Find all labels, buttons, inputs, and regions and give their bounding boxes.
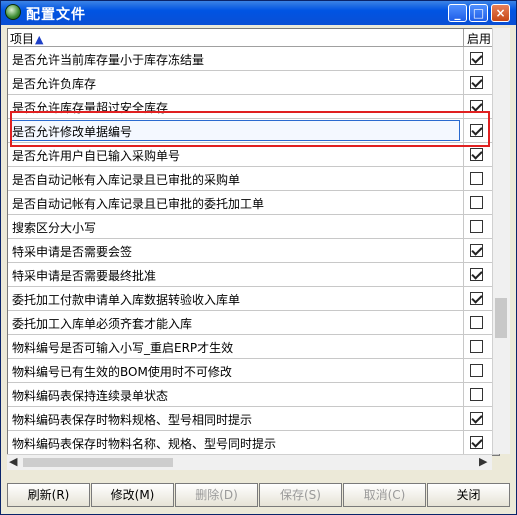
horizontal-scrollbar[interactable]: ◀ ▶ [7, 454, 492, 470]
vertical-scrollbar[interactable] [492, 28, 510, 454]
row-label: 特采申请是否需要会签 [12, 245, 133, 259]
table-row[interactable]: 是否允许修改单据编号 [8, 119, 499, 143]
column-header-enabled[interactable]: 启用 [467, 30, 491, 47]
horizontal-scroll-thumb[interactable] [23, 458, 173, 467]
row-label: 特采申请是否需要最终批准 [12, 269, 157, 283]
column-header-item[interactable]: 项目▲ [10, 30, 43, 47]
enabled-checkbox[interactable] [470, 196, 483, 209]
app-globe-icon [5, 4, 21, 20]
cell-divider [463, 143, 464, 167]
close-window-button[interactable]: × [491, 4, 510, 22]
row-label: 搜索区分大小写 [12, 221, 97, 235]
row-label: 物料编码表保存时物料名称、规格、型号同时提示 [12, 437, 277, 451]
column-header-item-label: 项目 [10, 32, 35, 46]
refresh-button[interactable]: 刷新(R) [7, 483, 90, 507]
enabled-checkbox[interactable] [470, 100, 483, 113]
cell-divider [463, 167, 464, 191]
row-label: 委托加工入库单必须齐套才能入库 [12, 317, 193, 331]
table-row[interactable]: 特采申请是否需要最终批准 [8, 263, 499, 287]
enabled-checkbox[interactable] [470, 244, 483, 257]
button-bar: 刷新(R) 修改(M) 删除(D) 保存(S) 取消(C) 关闭 [1, 478, 516, 514]
cell-divider [463, 311, 464, 335]
row-label: 物料编码表保持连续录单状态 [12, 389, 169, 403]
scroll-left-icon[interactable]: ◀ [9, 455, 17, 468]
window-title: 配置文件 [26, 7, 86, 23]
scroll-right-icon[interactable]: ▶ [479, 455, 487, 468]
enabled-checkbox[interactable] [470, 52, 483, 65]
enabled-checkbox[interactable] [470, 220, 483, 233]
table-row[interactable]: 是否允许当前库存量小于库存冻结量 [8, 47, 499, 71]
sort-ascending-icon: ▲ [35, 33, 44, 46]
table-row[interactable]: 物料编码表保持连续录单状态 [8, 383, 499, 407]
table-row[interactable]: 委托加工入库单必须齐套才能入库 [8, 311, 499, 335]
close-button[interactable]: 关闭 [427, 483, 510, 507]
enabled-checkbox[interactable] [470, 436, 483, 449]
config-window: 配置文件 _ □ × 项目▲ 启用 是否允许当前库存量小于库存冻结量 是否允许负库… [0, 0, 517, 515]
cell-divider [463, 95, 464, 119]
enabled-checkbox[interactable] [470, 172, 483, 185]
enabled-checkbox[interactable] [470, 388, 483, 401]
minimize-button[interactable]: _ [448, 4, 467, 22]
config-grid: 项目▲ 启用 是否允许当前库存量小于库存冻结量 是否允许负库存是否允许库存量超过安… [7, 28, 500, 456]
cell-divider [463, 407, 464, 431]
cell-divider [463, 191, 464, 215]
row-label: 物料编码表保存时物料规格、型号相同时提示 [12, 413, 253, 427]
table-row[interactable]: 委托加工付款申请单入库数据转验收入库单 [8, 287, 499, 311]
cancel-button[interactable]: 取消(C) [343, 483, 426, 507]
table-row[interactable]: 物料编码表保存时物料名称、规格、型号同时提示 [8, 431, 499, 455]
table-row[interactable]: 是否自动记帐有入库记录且已审批的采购单 [8, 167, 499, 191]
modify-button[interactable]: 修改(M) [91, 483, 174, 507]
row-label: 是否自动记帐有入库记录且已审批的委托加工单 [12, 197, 265, 211]
cell-divider [463, 215, 464, 239]
delete-button[interactable]: 删除(D) [175, 483, 258, 507]
row-label: 是否允许库存量超过安全库存 [12, 101, 169, 115]
maximize-button[interactable]: □ [469, 4, 488, 22]
enabled-checkbox[interactable] [470, 268, 483, 281]
cell-divider [463, 431, 464, 455]
table-row[interactable]: 物料编号是否可输入小写_重启ERP才生效 [8, 335, 499, 359]
vertical-scroll-thumb[interactable] [495, 298, 507, 338]
enabled-checkbox[interactable] [470, 364, 483, 377]
cell-divider [463, 383, 464, 407]
table-row[interactable]: 特采申请是否需要会签 [8, 239, 499, 263]
enabled-checkbox[interactable] [470, 124, 483, 137]
row-label: 是否允许负库存 [12, 77, 97, 91]
row-label: 是否允许当前库存量小于库存冻结量 [12, 53, 205, 67]
cell-divider [463, 359, 464, 383]
table-row[interactable]: 是否自动记帐有入库记录且已审批的委托加工单 [8, 191, 499, 215]
row-label: 是否自动记帐有入库记录且已审批的采购单 [12, 173, 241, 187]
row-label: 是否允许用户自已输入采购单号 [12, 149, 181, 163]
row-label: 是否允许修改单据编号 [12, 125, 133, 139]
save-button[interactable]: 保存(S) [259, 483, 342, 507]
title-bar[interactable]: 配置文件 _ □ × [1, 1, 516, 25]
enabled-checkbox[interactable] [470, 316, 483, 329]
enabled-checkbox[interactable] [470, 292, 483, 305]
cell-divider [463, 47, 464, 71]
table-row[interactable]: 是否允许负库存 [8, 71, 499, 95]
column-divider[interactable] [463, 29, 464, 46]
enabled-checkbox[interactable] [470, 148, 483, 161]
row-label: 物料编号是否可输入小写_重启ERP才生效 [12, 341, 234, 355]
table-row[interactable]: 物料编号已有生效的BOM使用时不可修改 [8, 359, 499, 383]
table-row[interactable]: 搜索区分大小写 [8, 215, 499, 239]
cell-divider [463, 119, 464, 143]
enabled-checkbox[interactable] [470, 340, 483, 353]
row-label: 物料编号已有生效的BOM使用时不可修改 [12, 365, 232, 379]
cell-divider [463, 287, 464, 311]
table-row[interactable]: 物料编码表保存时物料规格、型号相同时提示 [8, 407, 499, 431]
table-row[interactable]: 是否允许用户自已输入采购单号 [8, 143, 499, 167]
row-label: 委托加工付款申请单入库数据转验收入库单 [12, 293, 241, 307]
enabled-checkbox[interactable] [470, 76, 483, 89]
cell-divider [463, 71, 464, 95]
enabled-checkbox[interactable] [470, 412, 483, 425]
cell-divider [463, 239, 464, 263]
table-row[interactable]: 是否允许库存量超过安全库存 [8, 95, 499, 119]
grid-header: 项目▲ 启用 [8, 29, 499, 47]
cell-divider [463, 335, 464, 359]
cell-divider [463, 263, 464, 287]
